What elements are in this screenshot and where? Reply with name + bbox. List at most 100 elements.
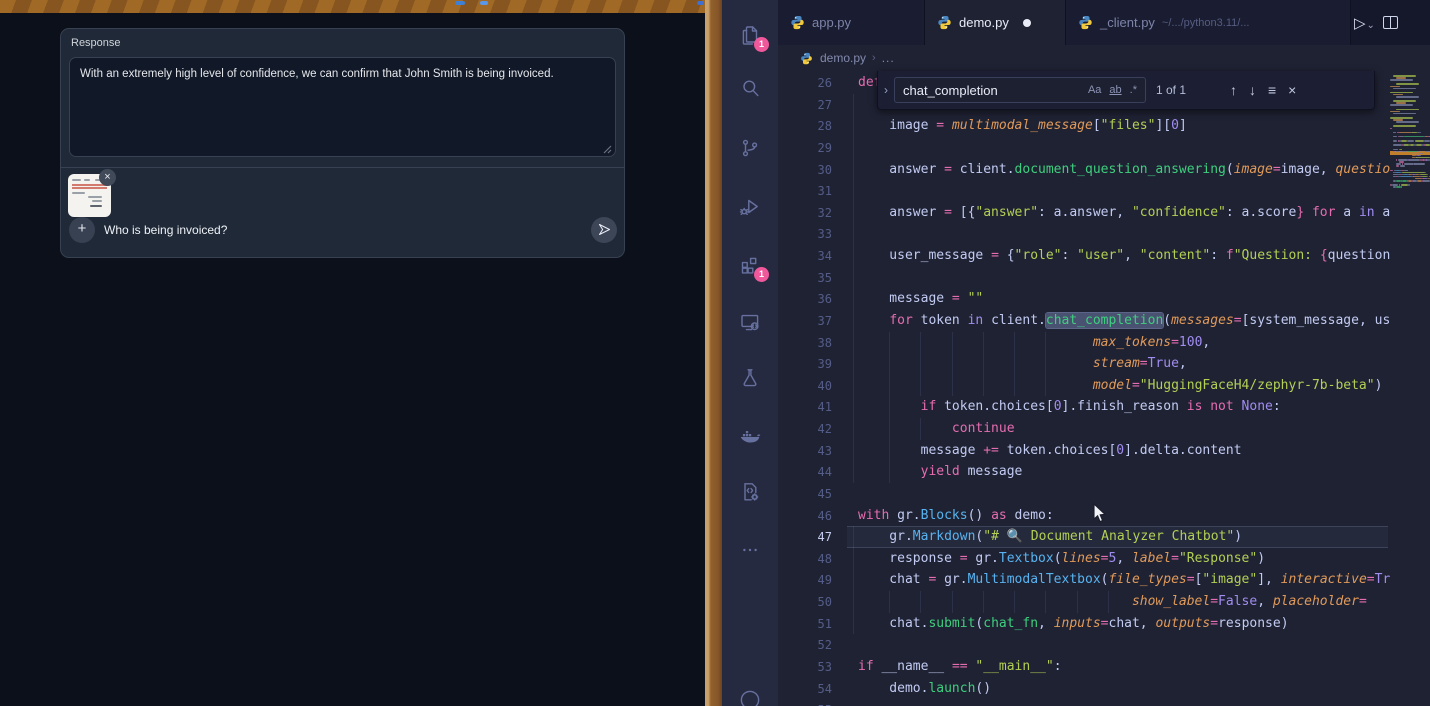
code-editor[interactable]: 26def2728 image = multimodal_message["fi…	[778, 71, 1390, 706]
minimap-line	[1390, 79, 1413, 81]
match-case-toggle[interactable]: Aa	[1088, 84, 1101, 96]
activity-remote-explorer[interactable]	[738, 310, 762, 334]
titlebar-speck	[455, 1, 465, 5]
activity-more[interactable]	[738, 538, 762, 562]
breadcrumb[interactable]: demo.py › ...	[778, 45, 1390, 71]
line-number: 31	[778, 180, 832, 202]
minimap-line	[1404, 136, 1423, 138]
remove-attachment-button[interactable]: ×	[99, 169, 116, 186]
activity-snippets[interactable]	[738, 480, 762, 504]
activity-testing[interactable]	[738, 366, 762, 390]
activity-docker[interactable]	[738, 424, 762, 448]
regex-toggle[interactable]: .*	[1130, 84, 1137, 96]
code-text: gr.Markdown("# 🔍 Document Analyzer Chatb…	[858, 526, 1242, 548]
more-icon	[738, 538, 762, 562]
minimap[interactable]	[1390, 71, 1430, 706]
code-line-36[interactable]: 36 message = ""	[778, 288, 1390, 310]
activity-bar: 11	[722, 0, 778, 706]
divider	[61, 167, 624, 168]
code-text: show_label=False, placeholder=	[858, 591, 1367, 613]
activity-run-debug[interactable]	[738, 195, 762, 219]
tab-label: demo.py	[959, 15, 1009, 30]
code-line-42[interactable]: 42 continue	[778, 418, 1390, 440]
code-line-37[interactable]: 37 for token in client.chat_completion(m…	[778, 310, 1390, 332]
code-line-28[interactable]: 28 image = multimodal_message["files"][0…	[778, 115, 1390, 137]
code-line-43[interactable]: 43 message += token.choices[0].delta.con…	[778, 440, 1390, 462]
code-line-51[interactable]: 51 chat.submit(chat_fn, inputs=chat, out…	[778, 613, 1390, 635]
code-line-52[interactable]: 52	[778, 634, 1390, 656]
minimap-line	[1390, 170, 1393, 172]
line-number: 39	[778, 353, 832, 375]
find-in-selection-button[interactable]: ≡	[1268, 82, 1276, 98]
code-line-40[interactable]: 40 model="HuggingFaceH4/zephyr-7b-beta")	[778, 375, 1390, 397]
line-number: 38	[778, 332, 832, 354]
testing-icon	[738, 366, 762, 390]
code-line-47[interactable]: 47 gr.Markdown("# 🔍 Document Analyzer Ch…	[778, 526, 1390, 548]
code-line-55[interactable]: 55	[778, 699, 1390, 706]
code-line-32[interactable]: 32 answer = [{"answer": a.answer, "confi…	[778, 202, 1390, 224]
tab-bar: app.py demo.py _client.py~/.../python3.11/…	[778, 0, 1430, 45]
minimap-line	[1414, 163, 1425, 165]
line-number: 47	[778, 526, 832, 548]
activity-explorer[interactable]: 1	[738, 23, 762, 47]
tab-_client.py[interactable]: _client.py~/.../python3.11/...	[1066, 0, 1351, 45]
toggle-replace-chevron-icon[interactable]: ›	[878, 71, 894, 109]
activity-search[interactable]	[738, 76, 762, 100]
code-text: message = ""	[858, 288, 983, 310]
tab-demo.py[interactable]: demo.py	[925, 0, 1066, 45]
minimap-line	[1420, 132, 1422, 134]
split-editor-icon[interactable]	[1383, 16, 1398, 29]
code-line-41[interactable]: 41 if token.choices[0].finish_reason is …	[778, 396, 1390, 418]
minimap-line	[1393, 136, 1397, 138]
minimap-line	[1396, 165, 1400, 167]
resize-handle-icon[interactable]	[601, 143, 612, 154]
code-line-39[interactable]: 39 stream=True,	[778, 353, 1390, 375]
next-match-button[interactable]: ↓	[1249, 82, 1256, 98]
line-number: 41	[778, 396, 832, 418]
code-line-49[interactable]: 49 chat = gr.MultimodalTextbox(file_type…	[778, 569, 1390, 591]
activity-extensions[interactable]: 1	[738, 253, 762, 277]
code-line-34[interactable]: 34 user_message = {"role": "user", "cont…	[778, 245, 1390, 267]
previous-match-button[interactable]: ↑	[1230, 82, 1237, 98]
line-number: 30	[778, 159, 832, 181]
send-button[interactable]	[591, 217, 617, 243]
minimap-line	[1401, 186, 1403, 188]
chat-input-text[interactable]: Who is being invoiced?	[104, 223, 227, 237]
code-line-30[interactable]: 30 answer = client.document_question_ans…	[778, 159, 1390, 181]
line-number: 40	[778, 375, 832, 397]
run-python-file-button[interactable]: ▷	[1354, 14, 1366, 32]
breadcrumb-file[interactable]: demo.py	[820, 51, 866, 65]
code-line-38[interactable]: 38 max_tokens=100,	[778, 332, 1390, 354]
breadcrumb-more[interactable]: ...	[882, 51, 895, 65]
code-line-35[interactable]: 35	[778, 267, 1390, 289]
python-file-icon	[1078, 15, 1093, 30]
code-line-29[interactable]: 29	[778, 137, 1390, 159]
minimap-line	[1423, 180, 1429, 182]
code-text: for token in client.chat_completion(mess…	[858, 310, 1390, 332]
minimap-line	[1420, 174, 1427, 176]
tab-app.py[interactable]: app.py	[778, 0, 925, 45]
line-number: 55	[778, 699, 832, 706]
response-textarea[interactable]	[69, 57, 616, 157]
find-input[interactable]	[895, 83, 1088, 98]
code-line-31[interactable]: 31	[778, 180, 1390, 202]
minimap-line	[1393, 144, 1402, 146]
code-line-44[interactable]: 44 yield message	[778, 461, 1390, 483]
code-line-54[interactable]: 54 demo.launch()	[778, 678, 1390, 700]
code-line-46[interactable]: 46with gr.Blocks() as demo:	[778, 505, 1390, 527]
code-line-50[interactable]: 50 show_label=False, placeholder=	[778, 591, 1390, 613]
activity-source-control[interactable]	[738, 136, 762, 160]
close-find-button[interactable]: ×	[1288, 82, 1296, 98]
add-file-button[interactable]: +	[69, 217, 95, 243]
minimap-line	[1393, 149, 1398, 151]
code-line-48[interactable]: 48 response = gr.Textbox(lines=5, label=…	[778, 548, 1390, 570]
code-line-45[interactable]: 45	[778, 483, 1390, 505]
activity-account[interactable]	[738, 688, 762, 706]
minimap-line	[1400, 176, 1412, 178]
gradio-form-group: Response × + Who is being invoiced?	[60, 28, 625, 258]
run-options-chevron-icon[interactable]: ⌄	[1367, 20, 1375, 31]
code-line-33[interactable]: 33	[778, 223, 1390, 245]
code-text: image = multimodal_message["files"][0]	[858, 115, 1187, 137]
whole-word-toggle[interactable]: ab	[1109, 84, 1121, 96]
code-line-53[interactable]: 53if __name__ == "__main__":	[778, 656, 1390, 678]
